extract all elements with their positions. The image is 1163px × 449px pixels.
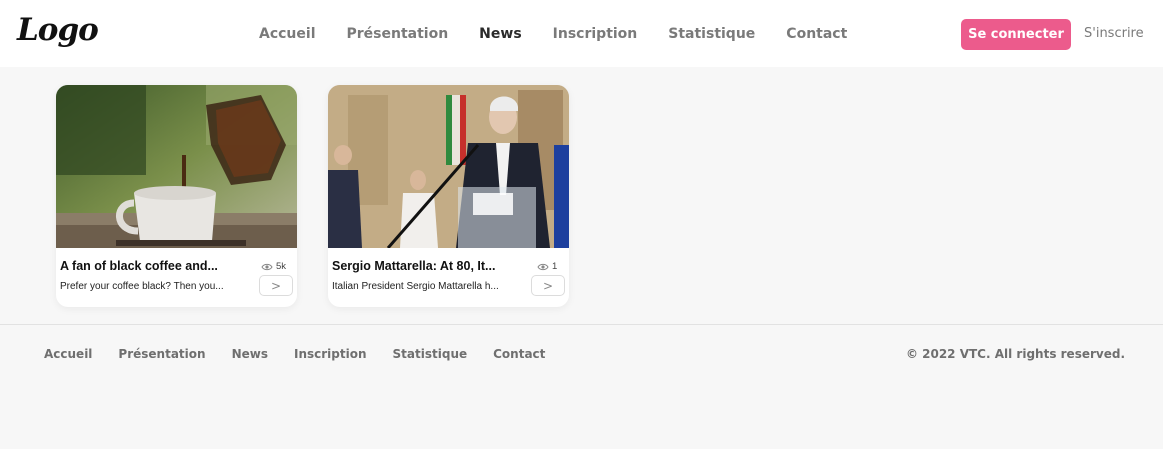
eye-icon <box>261 263 273 270</box>
main-nav: Accueil Présentation News Inscription St… <box>259 0 878 67</box>
view-count-value: 1 <box>552 261 558 272</box>
nav-item-accueil[interactable]: Accueil <box>259 26 316 42</box>
chevron-right-icon: > <box>542 278 554 293</box>
signup-link[interactable]: S'inscrire <box>1084 26 1144 41</box>
card-title: A fan of black coffee and... <box>60 259 218 273</box>
login-button[interactable]: Se connecter <box>961 19 1071 50</box>
footer-divider <box>0 324 1163 325</box>
card-description: Italian President Sergio Mattarella h... <box>332 281 499 292</box>
footer-link-presentation[interactable]: Présentation <box>118 347 205 361</box>
footer-link-inscription[interactable]: Inscription <box>294 347 367 361</box>
chevron-right-icon: > <box>270 278 282 293</box>
footer-link-contact[interactable]: Contact <box>493 347 545 361</box>
top-header: Logo Accueil Présentation News Inscripti… <box>0 0 1163 67</box>
nav-item-presentation[interactable]: Présentation <box>347 26 449 42</box>
nav-item-statistique[interactable]: Statistique <box>668 26 755 42</box>
read-more-button[interactable]: > <box>259 275 293 296</box>
nav-item-contact[interactable]: Contact <box>786 26 847 42</box>
coffee-image <box>56 85 297 248</box>
card-description: Prefer your coffee black? Then you... <box>60 281 224 292</box>
nav-item-inscription[interactable]: Inscription <box>553 26 638 42</box>
news-card-mattarella[interactable]: Sergio Mattarella: At 80, It... Italian … <box>328 85 569 307</box>
read-more-button[interactable]: > <box>531 275 565 296</box>
footer-link-statistique[interactable]: Statistique <box>393 347 468 361</box>
footer-link-accueil[interactable]: Accueil <box>44 347 92 361</box>
news-card-coffee[interactable]: A fan of black coffee and... Prefer your… <box>56 85 297 307</box>
nav-item-news[interactable]: News <box>479 26 521 42</box>
eye-icon <box>537 263 549 270</box>
card-title: Sergio Mattarella: At 80, It... <box>332 259 496 273</box>
footer-link-news[interactable]: News <box>232 347 268 361</box>
footer-nav: Accueil Présentation News Inscription St… <box>44 347 571 361</box>
logo[interactable]: Logo <box>17 12 99 48</box>
president-image <box>328 85 569 248</box>
view-count: 1 <box>537 261 557 272</box>
view-count-value: 5k <box>276 261 287 272</box>
view-count: 5k <box>261 261 286 272</box>
copyright-text: © 2022 VTC. All rights reserved. <box>905 347 1125 361</box>
